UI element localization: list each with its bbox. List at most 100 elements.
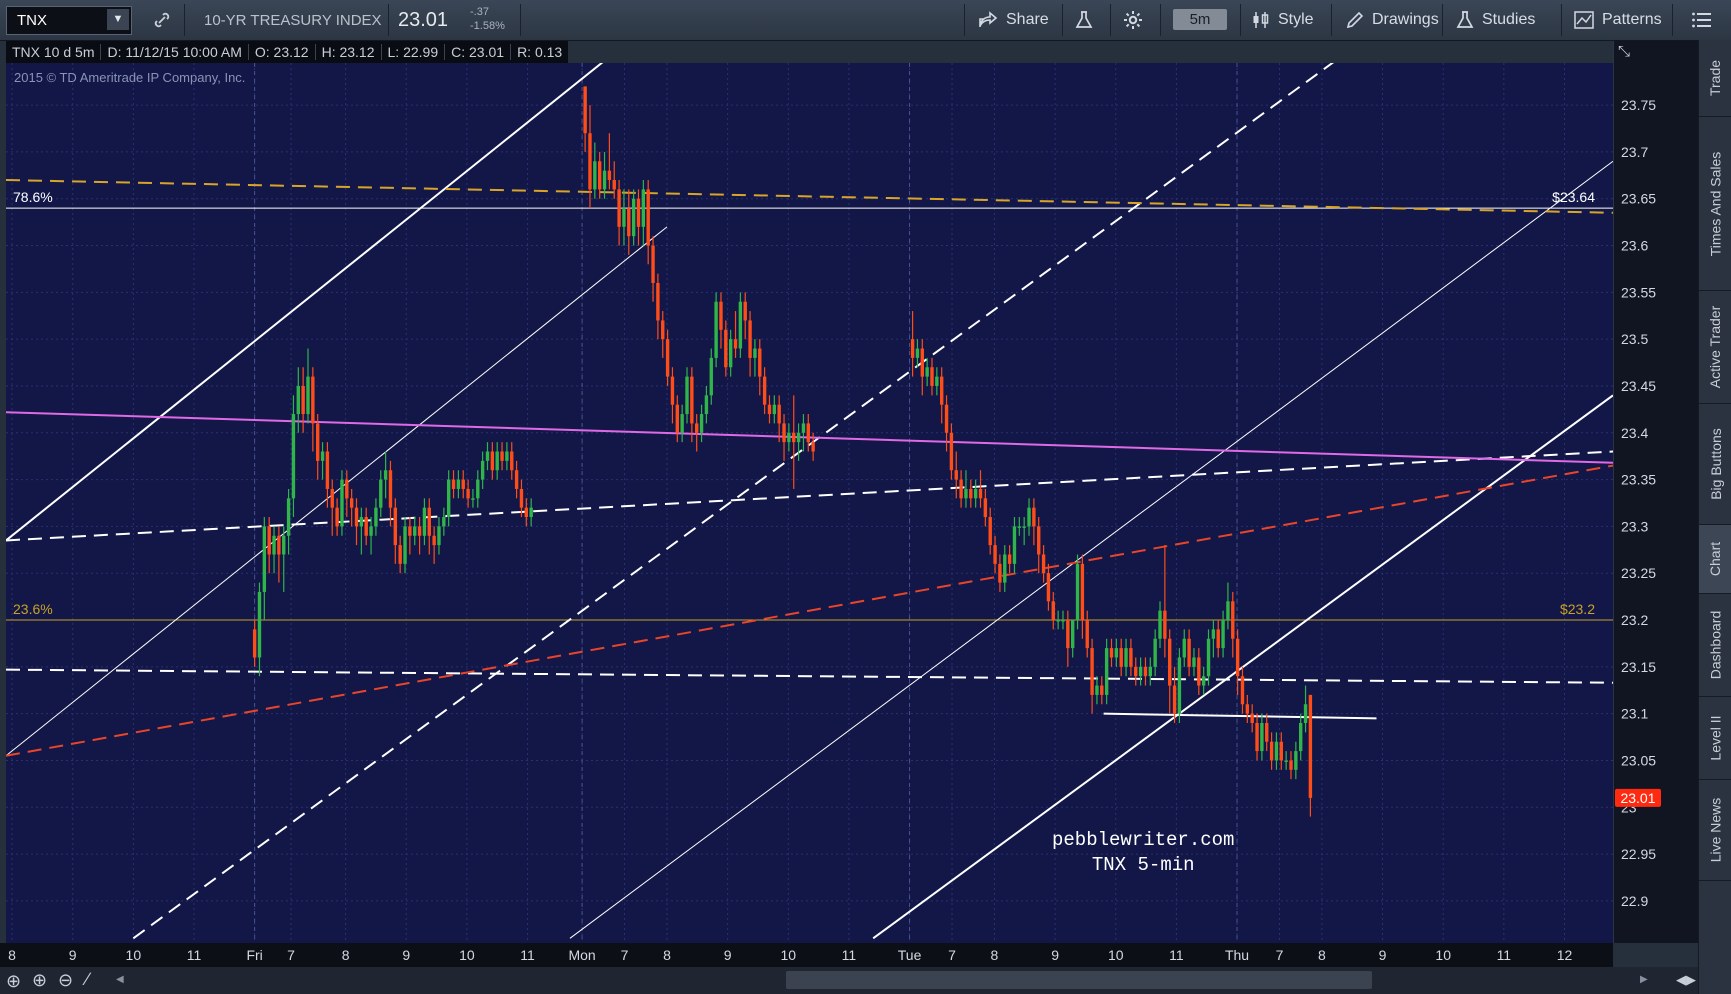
y-tick-label: 23.5: [1621, 331, 1648, 347]
candle-body: [1289, 760, 1293, 770]
candle-body: [485, 451, 490, 461]
candle-body: [1274, 741, 1279, 761]
candle: [282, 526, 286, 592]
candle-body: [636, 198, 641, 227]
x-tick-label: 9: [69, 947, 77, 963]
candle-body: [954, 470, 958, 480]
candle: [787, 423, 791, 452]
candle-body: [588, 133, 592, 190]
candle-body: [1070, 620, 1075, 649]
candle: [1080, 554, 1085, 639]
candle: [622, 189, 626, 246]
candle: [704, 385, 709, 424]
candle-body: [801, 423, 806, 433]
candle: [685, 367, 689, 424]
candle-body: [252, 629, 257, 658]
scroll-left-icon[interactable]: ◀: [116, 974, 124, 985]
candle-body: [1279, 741, 1283, 761]
candle-body: [656, 283, 660, 321]
candle-body: [777, 404, 781, 424]
candle-body: [690, 376, 694, 424]
candle: [1245, 694, 1250, 723]
candle: [1192, 648, 1196, 677]
candle: [772, 395, 777, 424]
candle: [1109, 638, 1114, 667]
candle: [915, 339, 920, 368]
candle: [631, 189, 636, 246]
tab-active-trader[interactable]: Active Trader: [1699, 291, 1731, 404]
crosshair-icon[interactable]: ⊕: [6, 971, 21, 992]
scroll-right-icon[interactable]: ▶: [1640, 974, 1648, 985]
candle: [1085, 610, 1089, 658]
y-tick-label: 23.55: [1621, 284, 1656, 300]
candle: [1289, 751, 1293, 780]
candle: [383, 451, 388, 499]
candle-body: [442, 517, 446, 527]
tab-level-ii[interactable]: Level II: [1699, 697, 1731, 780]
tab-live-news[interactable]: Live News: [1699, 780, 1731, 881]
candle: [330, 479, 334, 536]
candle-body: [374, 507, 378, 527]
candle-body: [627, 208, 631, 237]
candle: [1012, 517, 1017, 574]
candle-body: [1046, 573, 1051, 602]
candle-body: [969, 488, 973, 499]
candle-body: [471, 498, 475, 500]
candle: [340, 470, 344, 536]
candle-body: [772, 404, 777, 415]
expand-icon[interactable]: ◀▶: [1676, 972, 1696, 988]
collapse-icon[interactable]: ⤡: [1618, 43, 1630, 60]
candle: [379, 470, 383, 518]
tab-trade[interactable]: Trade: [1699, 40, 1731, 117]
candle-body: [719, 301, 723, 330]
candle-body: [480, 460, 485, 480]
tab-chart[interactable]: Chart: [1699, 525, 1731, 594]
price-chart[interactable]: 22.922.952323.0523.123.1523.223.2523.323…: [0, 0, 1698, 967]
candle: [954, 451, 958, 499]
candle-body: [607, 170, 612, 181]
candle-body: [1061, 620, 1065, 622]
candle: [345, 470, 349, 518]
zoom-in-icon[interactable]: ⊕: [32, 970, 47, 991]
candle: [301, 367, 305, 433]
draw-line-icon[interactable]: ∕: [86, 969, 89, 990]
candle-body: [340, 479, 344, 527]
candle-body: [529, 507, 533, 518]
candle-body: [1308, 694, 1313, 798]
zoom-out-icon[interactable]: ⊖: [58, 970, 73, 991]
candle-body: [398, 545, 402, 564]
candle: [930, 357, 934, 396]
candle-body: [978, 488, 983, 499]
candle: [607, 133, 612, 190]
candle: [782, 414, 786, 461]
candle: [1274, 732, 1279, 770]
candle-body: [379, 479, 383, 508]
candle-body: [949, 432, 954, 471]
candle: [398, 535, 402, 574]
candle: [1294, 741, 1298, 780]
tab-dashboard[interactable]: Dashboard: [1699, 594, 1731, 697]
candle-body: [646, 189, 650, 246]
candle-body: [699, 414, 704, 433]
candle: [733, 311, 738, 358]
candle-body: [695, 423, 699, 433]
candle-body: [915, 348, 920, 358]
candle: [593, 142, 597, 199]
candle: [1143, 657, 1148, 686]
candle-body: [461, 479, 465, 489]
candle-body: [359, 517, 364, 527]
candle: [417, 517, 422, 555]
candle-body: [383, 470, 388, 480]
candle-body: [597, 161, 602, 190]
tab-times-and-sales[interactable]: Times And Sales: [1699, 117, 1731, 291]
candle: [695, 414, 699, 452]
candle-body: [680, 414, 684, 433]
candle: [286, 488, 291, 555]
scroll-thumb[interactable]: [786, 971, 1372, 989]
candle-body: [1075, 563, 1080, 621]
tab-big-buttons[interactable]: Big Buttons: [1699, 404, 1731, 525]
x-tick-label: 10: [780, 947, 796, 963]
chart-scrollbar[interactable]: ⊕ ⊕ ⊖ ∕ ◀ ▶ ◀▶: [0, 967, 1698, 994]
candle: [1114, 638, 1119, 667]
x-tick-label: 11: [1169, 947, 1184, 963]
